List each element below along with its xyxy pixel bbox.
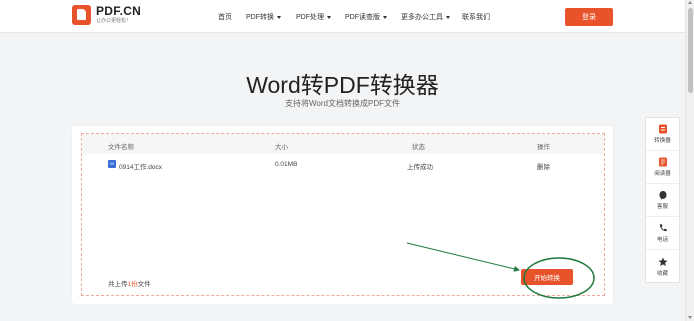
caret-down-icon: [277, 15, 281, 19]
caret-down-icon: [327, 15, 331, 19]
side-tool-label: 客服: [656, 204, 668, 210]
login-button[interactable]: 登录: [565, 8, 613, 26]
caret-down-icon: [383, 15, 387, 19]
converter-icon: [658, 124, 667, 134]
column-header-file-name: 文件名称: [108, 144, 134, 151]
nav-label: 首页: [218, 14, 232, 21]
page-scrollbar[interactable]: [685, 0, 694, 321]
nav-item-pdf-reader[interactable]: PDF读查版: [345, 12, 387, 22]
nav-label: 联系我们: [462, 14, 490, 21]
nav-label: PDF转换: [246, 14, 274, 21]
scroll-down-icon[interactable]: [688, 316, 692, 319]
side-tool-converter[interactable]: 转换器: [646, 118, 679, 151]
upload-summary: 共上传1份文件: [108, 278, 151, 288]
reader-icon: [658, 157, 667, 167]
nav-label: PDF读查版: [345, 14, 380, 21]
word-file-icon: W: [108, 160, 116, 168]
nav-item-contact[interactable]: 联系我们: [462, 12, 490, 22]
phone-icon: [659, 224, 667, 232]
nav-item-home[interactable]: 首页: [218, 12, 232, 22]
side-tool-label: 电话: [656, 237, 668, 243]
star-icon: [658, 257, 667, 266]
column-header-size: 大小: [275, 144, 288, 151]
table-header: 文件名称 大小 状态 操作: [82, 134, 604, 154]
file-status: 上传成功: [407, 164, 433, 171]
nav-label: PDF处理: [296, 14, 324, 21]
side-tool-label: 转换器: [654, 138, 671, 144]
page-subtitle: 支持将Word文档转换成PDF文件: [285, 99, 400, 108]
nav-item-more-tools[interactable]: 更多办公工具: [401, 12, 450, 22]
start-convert-button[interactable]: 开始转换: [521, 269, 573, 285]
customer-service-icon: [659, 191, 666, 200]
side-tool-favorite[interactable]: 收藏: [646, 250, 679, 283]
logo-name: PDF.CN: [96, 4, 142, 18]
nav-item-pdf-process[interactable]: PDF处理: [296, 12, 331, 22]
page-title: Word转PDF转换器: [246, 72, 439, 98]
caret-down-icon: [446, 15, 450, 19]
nav-label: 更多办公工具: [401, 14, 443, 21]
scroll-up-icon[interactable]: [688, 1, 692, 4]
nav-item-pdf-convert[interactable]: PDF转换: [246, 12, 281, 22]
column-header-action: 操作: [537, 144, 550, 151]
summary-prefix: 共上传: [108, 281, 128, 288]
file-size: 0.01MB: [275, 161, 298, 168]
side-tool-reader[interactable]: 阅读器: [646, 151, 679, 184]
scroll-thumb[interactable]: [688, 8, 693, 93]
file-name: 0914工作.docx: [119, 164, 162, 171]
column-header-status: 状态: [412, 144, 425, 151]
side-tool-customer-service[interactable]: 客服: [646, 184, 679, 217]
logo-slogan: 让办公更轻松！: [96, 18, 132, 24]
side-tool-label: 阅读器: [654, 171, 671, 177]
delete-link[interactable]: 删除: [537, 161, 550, 171]
side-tool-label: 收藏: [656, 270, 668, 277]
site-logo[interactable]: PDF.CN 让办公更轻松！: [72, 5, 141, 25]
side-toolbar: 转换器 阅读器 客服 电话 收藏: [645, 117, 680, 283]
pdf-logo-icon: [72, 5, 91, 25]
site-header: PDF.CN 让办公更轻松！ 首页 PDF转换 PDF处理 PDF读查版 更多办…: [0, 0, 685, 33]
table-row: W 0914工作.docx 0.01MB 上传成功 删除: [82, 154, 604, 174]
summary-suffix: 文件: [137, 281, 151, 288]
side-tool-phone[interactable]: 电话: [646, 217, 679, 250]
upload-count: 1份: [127, 281, 138, 288]
